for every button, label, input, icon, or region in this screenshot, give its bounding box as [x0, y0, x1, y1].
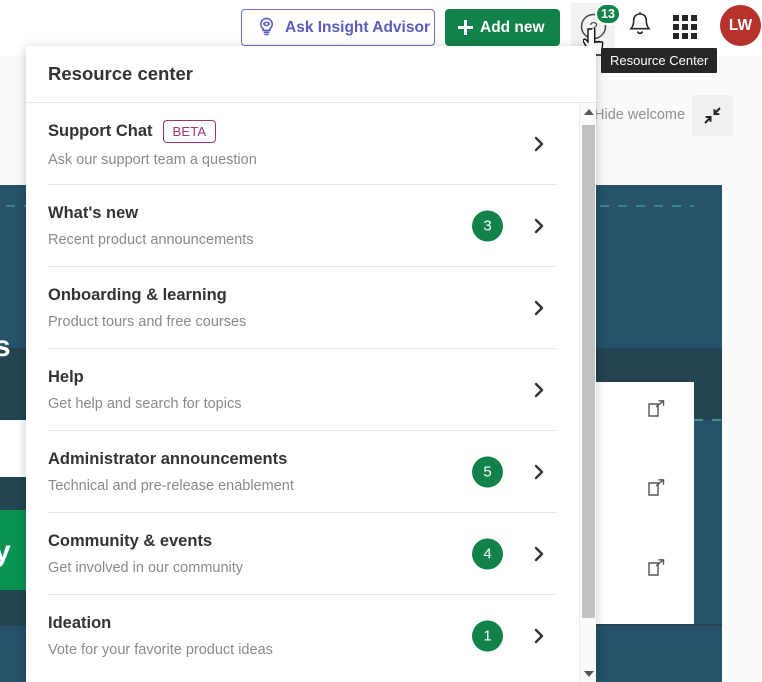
item-title: Onboarding & learning [48, 285, 227, 304]
scroll-up-arrow-icon[interactable] [580, 103, 596, 120]
chevron-right-icon[interactable] [531, 300, 547, 316]
grid-apps-icon [673, 15, 705, 39]
link-card [591, 382, 694, 624]
external-link-icon[interactable] [648, 400, 665, 417]
resource-center-item[interactable]: Onboarding & learning Product tours and f… [48, 267, 557, 349]
add-new-button[interactable]: Add new [445, 9, 560, 46]
item-title: Help [48, 367, 84, 386]
item-count-badge: 3 [472, 210, 503, 241]
item-title-row: Onboarding & learning [48, 286, 557, 305]
chevron-right-icon[interactable] [531, 464, 547, 480]
chevron-right-icon[interactable] [531, 628, 547, 644]
resource-center-item[interactable]: Help Get help and search for topics [48, 349, 557, 431]
resource-center-tooltip: Resource Center [601, 48, 718, 73]
item-count-badge: 1 [472, 620, 503, 652]
scrollbar-thumb[interactable] [582, 125, 595, 618]
item-title-row: Help [48, 368, 557, 387]
item-title: Support Chat [48, 121, 153, 140]
external-link-icon[interactable] [648, 479, 665, 496]
chevron-right-icon[interactable] [531, 218, 547, 234]
resource-center-badge: 13 [595, 3, 621, 25]
ask-insight-advisor-label: Ask Insight Advisor [285, 18, 430, 36]
item-title: Community & events [48, 531, 213, 550]
bell-icon [627, 11, 653, 42]
chevron-right-icon[interactable] [531, 136, 547, 152]
item-subtitle: Product tours and free courses [48, 313, 247, 330]
app-switcher-button[interactable] [673, 12, 705, 42]
chevron-right-icon[interactable] [531, 382, 547, 398]
resource-center-list: Support Chat BETA Ask our support team a q… [26, 103, 579, 682]
background-text-fragment: s [0, 330, 11, 363]
ask-insight-advisor-button[interactable]: Ask Insight Advisor [241, 9, 435, 46]
background-right-gutter-dark [694, 348, 722, 420]
scroll-down-arrow-icon[interactable] [580, 665, 596, 682]
resource-center-item[interactable]: Community & events Get involved in our co… [48, 513, 557, 595]
resource-center-popover: Resource center Support Chat BETA Ask our … [26, 46, 596, 682]
plus-icon [458, 20, 473, 35]
item-count-badge: 5 [472, 456, 503, 487]
item-subtitle: Get help and search for topics [48, 395, 242, 412]
resource-center-item[interactable]: Support Chat BETA Ask our support team a q… [48, 103, 557, 185]
app-root: s y Hide welcome Ask Insight Advisor Add… [0, 0, 762, 682]
hide-welcome-label[interactable]: Hide welcome [594, 107, 685, 123]
item-title: Administrator announcements [48, 449, 288, 468]
insight-advisor-icon [257, 17, 276, 39]
avatar[interactable]: LW [720, 5, 761, 46]
popover-header: Resource center [26, 46, 596, 103]
item-title: What's new [48, 203, 139, 222]
resource-center-item[interactable]: Administrator announcements Technical and… [48, 431, 557, 513]
notifications-button[interactable] [625, 10, 655, 42]
add-new-label: Add new [480, 18, 545, 36]
external-link-icon[interactable] [648, 559, 665, 576]
item-title-row: Support Chat BETA [48, 119, 557, 143]
background-green-text-fragment: y [0, 535, 11, 568]
item-count-badge: 4 [472, 538, 503, 569]
popover-title: Resource center [48, 63, 193, 84]
item-subtitle: Ask our support team a question [48, 151, 257, 168]
beta-badge: BETA [162, 119, 217, 143]
item-title: Ideation [48, 614, 112, 632]
popover-scrollbar[interactable] [579, 103, 596, 682]
collapse-welcome-button[interactable] [692, 95, 733, 136]
chevron-right-icon[interactable] [531, 546, 547, 562]
resource-center-item[interactable]: Ideation Vote for your favorite product i… [48, 595, 557, 677]
resource-center-item[interactable]: What's new Recent product announcements 3 [48, 185, 557, 267]
